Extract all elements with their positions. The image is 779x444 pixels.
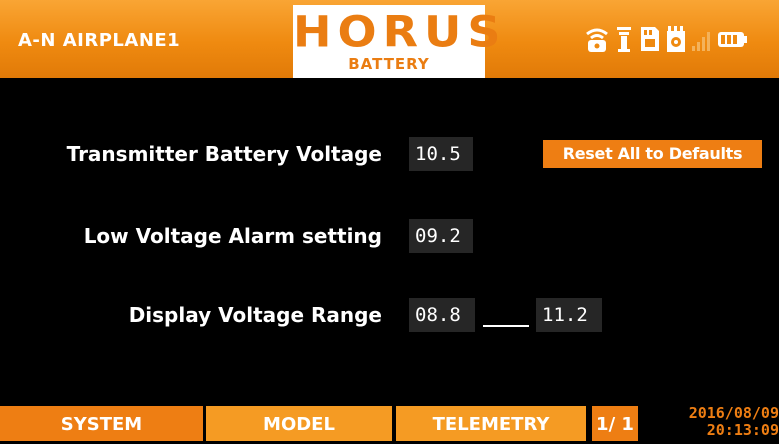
range-max-value[interactable]: 11.2 [536, 298, 602, 332]
range-separator [483, 325, 529, 327]
logo-banner: HORUS BATTERY [293, 5, 507, 78]
model-name: A-N AIRPLANE1 [18, 30, 181, 51]
range-min-value[interactable]: 08.8 [409, 298, 475, 332]
time: 20:13:09 [706, 421, 779, 439]
date: 2016/08/09 [688, 404, 779, 422]
reset-defaults-button[interactable]: Reset All to Defaults [543, 140, 762, 168]
page-indicator: 1/ 1 [592, 406, 638, 441]
page-title: BATTERY [348, 55, 430, 73]
tx-voltage-value[interactable]: 10.5 [409, 137, 473, 171]
wifi-icon [585, 24, 609, 54]
display-range-label: Display Voltage Range [128, 303, 382, 327]
datetime: 2016/08/09 20:13:09 [641, 405, 779, 441]
battery-icon [716, 24, 750, 54]
horus-logo: HORUS [293, 7, 507, 57]
tab-system[interactable]: SYSTEM [0, 406, 203, 441]
low-alarm-value[interactable]: 09.2 [409, 219, 473, 253]
tab-model[interactable]: MODEL [206, 406, 392, 441]
receiver-battery-icon [664, 24, 688, 54]
sd-card-icon [638, 24, 662, 54]
signal-bars-icon [690, 24, 714, 54]
antenna-icon [612, 24, 636, 54]
tx-voltage-label: Transmitter Battery Voltage [66, 142, 382, 166]
tab-telemetry[interactable]: TELEMETRY [396, 406, 586, 441]
low-alarm-label: Low Voltage Alarm setting [83, 224, 382, 248]
